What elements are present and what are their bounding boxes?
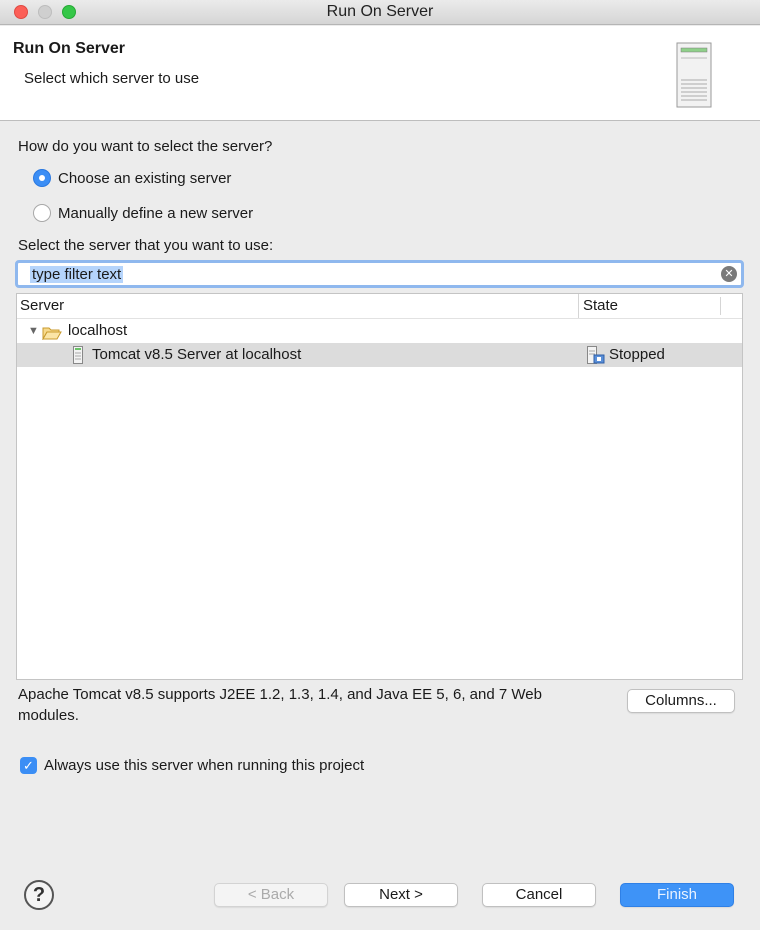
help-icon[interactable]: ?	[24, 880, 54, 910]
window-title: Run On Server	[326, 3, 434, 20]
columns-button[interactable]: Columns...	[627, 689, 735, 713]
server-state: Stopped	[609, 346, 665, 363]
column-divider[interactable]	[720, 297, 721, 315]
wizard-subtitle: Select which server to use	[24, 70, 200, 87]
radio-unselected-icon[interactable]	[33, 204, 51, 222]
column-header-state[interactable]: State	[583, 294, 618, 318]
filter-text[interactable]: type filter text	[30, 266, 124, 283]
column-header-server[interactable]: Server	[20, 294, 64, 318]
expand-arrow-icon[interactable]: ▼	[28, 319, 39, 343]
radio-label: Choose an existing server	[58, 169, 232, 187]
radio-define-new[interactable]: Manually define a new server	[33, 204, 253, 222]
tree-folder-label: localhost	[68, 322, 128, 339]
selection-question: How do you want to select the server?	[18, 138, 273, 155]
finish-button[interactable]: Finish	[620, 883, 734, 907]
wizard-header: Run On Server Select which server to use	[0, 26, 760, 121]
clear-filter-icon[interactable]: ✕	[721, 266, 737, 282]
server-icon	[73, 346, 83, 372]
server-name: Tomcat v8.5 Server at localhost	[92, 346, 302, 363]
radio-choose-existing[interactable]: Choose an existing server	[33, 169, 231, 187]
radio-label: Manually define a new server	[58, 204, 254, 222]
next-button[interactable]: Next >	[344, 883, 458, 907]
server-table[interactable]: Server State ▼ localhost Tomcat v8.5 Ser…	[16, 293, 743, 680]
tree-row-localhost[interactable]: ▼ localhost	[17, 319, 742, 343]
title-bar: Run On Server	[0, 0, 760, 25]
server-stopped-icon	[587, 346, 605, 372]
checkmark-icon[interactable]: ✓	[20, 757, 37, 774]
always-use-checkbox[interactable]: ✓ Always use this server when running th…	[20, 757, 364, 774]
tree-row-tomcat[interactable]: Tomcat v8.5 Server at localhost Stopped	[17, 343, 742, 367]
cancel-button[interactable]: Cancel	[482, 883, 596, 907]
back-button[interactable]: < Back	[214, 883, 328, 907]
server-banner-icon	[676, 42, 712, 112]
wizard-title: Run On Server	[13, 40, 126, 57]
server-list-label: Select the server that you want to use:	[18, 237, 274, 254]
column-divider[interactable]	[578, 294, 579, 318]
filter-input[interactable]: type filter text ✕	[15, 260, 744, 288]
radio-selected-icon[interactable]	[33, 169, 51, 187]
server-description: Apache Tomcat v8.5 supports J2EE 1.2, 1.…	[18, 686, 542, 724]
always-use-label: Always use this server when running this…	[44, 757, 365, 774]
